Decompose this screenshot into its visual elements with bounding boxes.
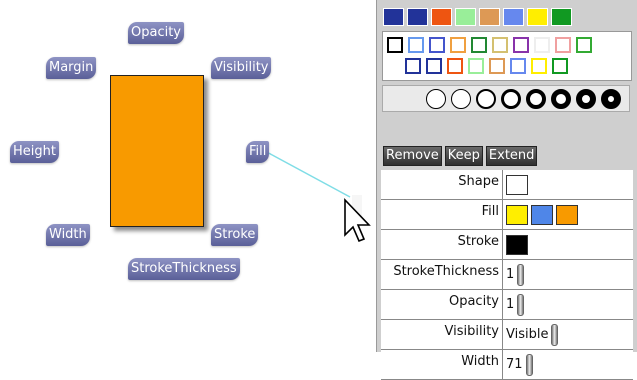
fill-swatch[interactable]: [407, 8, 428, 26]
property-name: StrokeThickness: [381, 260, 503, 289]
property-row: Stroke: [381, 230, 633, 260]
mouse-cursor-icon: [344, 195, 371, 243]
stroke-thickness-option[interactable]: [476, 88, 496, 109]
fill-swatch[interactable]: [431, 8, 452, 26]
property-value[interactable]: [503, 200, 633, 229]
slider-knob-icon[interactable]: [525, 353, 533, 376]
orange-rectangle-shape[interactable]: [110, 75, 204, 227]
fill-swatch[interactable]: [551, 8, 572, 26]
color-value-swatch[interactable]: [531, 204, 553, 225]
property-row: Fill: [381, 200, 633, 230]
property-name: Width: [381, 350, 503, 379]
width-handle[interactable]: Width: [46, 224, 90, 246]
color-value-swatch[interactable]: [556, 204, 578, 225]
property-row: Visibility Visible: [381, 320, 633, 350]
value-text[interactable]: 1: [506, 294, 514, 316]
stroke-thickness-option[interactable]: [451, 88, 471, 109]
remove-button[interactable]: Remove: [383, 146, 442, 166]
stroke-thickness-option[interactable]: [551, 88, 571, 109]
action-buttons: Remove Keep Extend: [383, 146, 538, 166]
value-text[interactable]: 1: [506, 264, 514, 286]
property-value[interactable]: 71: [503, 350, 633, 379]
fill-swatch[interactable]: [527, 8, 548, 26]
property-row: Width 71: [381, 350, 633, 380]
stroke-color-swatch[interactable]: [450, 37, 466, 53]
value-editor[interactable]: Visible: [506, 323, 559, 346]
property-value[interactable]: 1: [503, 290, 633, 319]
stroke-color-swatch[interactable]: [552, 58, 568, 74]
extend-button[interactable]: Extend: [485, 146, 538, 166]
property-name: Fill: [381, 200, 503, 229]
fill-swatch[interactable]: [479, 8, 500, 26]
stroke-thickness-option[interactable]: [526, 88, 546, 109]
value-text[interactable]: Visible: [506, 324, 548, 346]
value-editor[interactable]: 1: [506, 293, 525, 316]
stroke-color-swatch[interactable]: [510, 58, 526, 74]
stroke-color-swatch[interactable]: [429, 37, 445, 53]
stroke-color-swatch[interactable]: [513, 37, 529, 53]
margin-handle[interactable]: Margin: [46, 57, 97, 79]
stroke-color-swatch[interactable]: [426, 58, 442, 74]
fill-swatch[interactable]: [503, 8, 524, 26]
opacity-handle[interactable]: Opacity: [128, 22, 185, 44]
stroke-thickness-handle[interactable]: StrokeThickness: [128, 258, 240, 280]
fill-swatch-palette: [383, 8, 572, 26]
stroke-color-swatch[interactable]: [555, 37, 571, 53]
stroke-color-palette: [382, 31, 632, 81]
property-value[interactable]: Visible: [503, 320, 633, 349]
property-row: StrokeThickness 1: [381, 260, 633, 290]
color-value-swatch[interactable]: [506, 234, 528, 255]
slider-knob-icon[interactable]: [517, 293, 525, 316]
stroke-color-swatch[interactable]: [471, 37, 487, 53]
stroke-color-row-1: [387, 37, 592, 53]
property-name: Visibility: [381, 320, 503, 349]
property-row: Shape: [381, 170, 633, 200]
stroke-thickness-option[interactable]: [576, 88, 596, 109]
fill-swatch[interactable]: [455, 8, 476, 26]
stroke-handle[interactable]: Stroke: [211, 224, 259, 246]
stroke-color-swatch[interactable]: [534, 37, 550, 53]
color-value-swatch[interactable]: [506, 204, 528, 225]
stroke-color-swatch[interactable]: [408, 37, 424, 53]
slider-knob-icon[interactable]: [517, 263, 525, 286]
stroke-color-swatch[interactable]: [531, 58, 547, 74]
stroke-thickness-option[interactable]: [601, 88, 621, 109]
property-name: Shape: [381, 170, 503, 199]
fill-handle[interactable]: Fill: [246, 141, 270, 163]
property-row: Opacity 1: [381, 290, 633, 320]
property-value[interactable]: 1: [503, 260, 633, 289]
height-handle[interactable]: Height: [10, 141, 59, 163]
stroke-color-swatch[interactable]: [489, 58, 505, 74]
keep-button[interactable]: Keep: [444, 146, 483, 166]
stroke-color-swatch[interactable]: [468, 58, 484, 74]
stroke-thickness-option[interactable]: [501, 88, 521, 109]
visibility-handle[interactable]: Visibility: [211, 57, 272, 79]
property-name: Stroke: [381, 230, 503, 259]
property-name: Opacity: [381, 290, 503, 319]
value-text[interactable]: 71: [506, 354, 523, 376]
property-value[interactable]: [503, 170, 633, 199]
stroke-color-swatch[interactable]: [492, 37, 508, 53]
stroke-color-row-2: [405, 58, 568, 74]
stroke-color-swatch[interactable]: [576, 37, 592, 53]
stroke-color-swatch[interactable]: [387, 37, 403, 53]
stroke-color-swatch[interactable]: [447, 58, 463, 74]
property-value[interactable]: [503, 230, 633, 259]
stroke-color-swatch[interactable]: [405, 58, 421, 74]
stroke-thickness-option[interactable]: [426, 88, 446, 109]
value-editor[interactable]: 1: [506, 263, 525, 286]
stroke-thickness-palette: [382, 85, 630, 112]
slider-knob-icon[interactable]: [551, 323, 559, 346]
color-value-swatch[interactable]: [506, 174, 528, 195]
property-grid: Shape Fill Stroke StrokeThickness 1 Opacity 1 V…: [381, 170, 633, 380]
fill-swatch[interactable]: [383, 8, 404, 26]
value-editor[interactable]: 71: [506, 353, 533, 376]
